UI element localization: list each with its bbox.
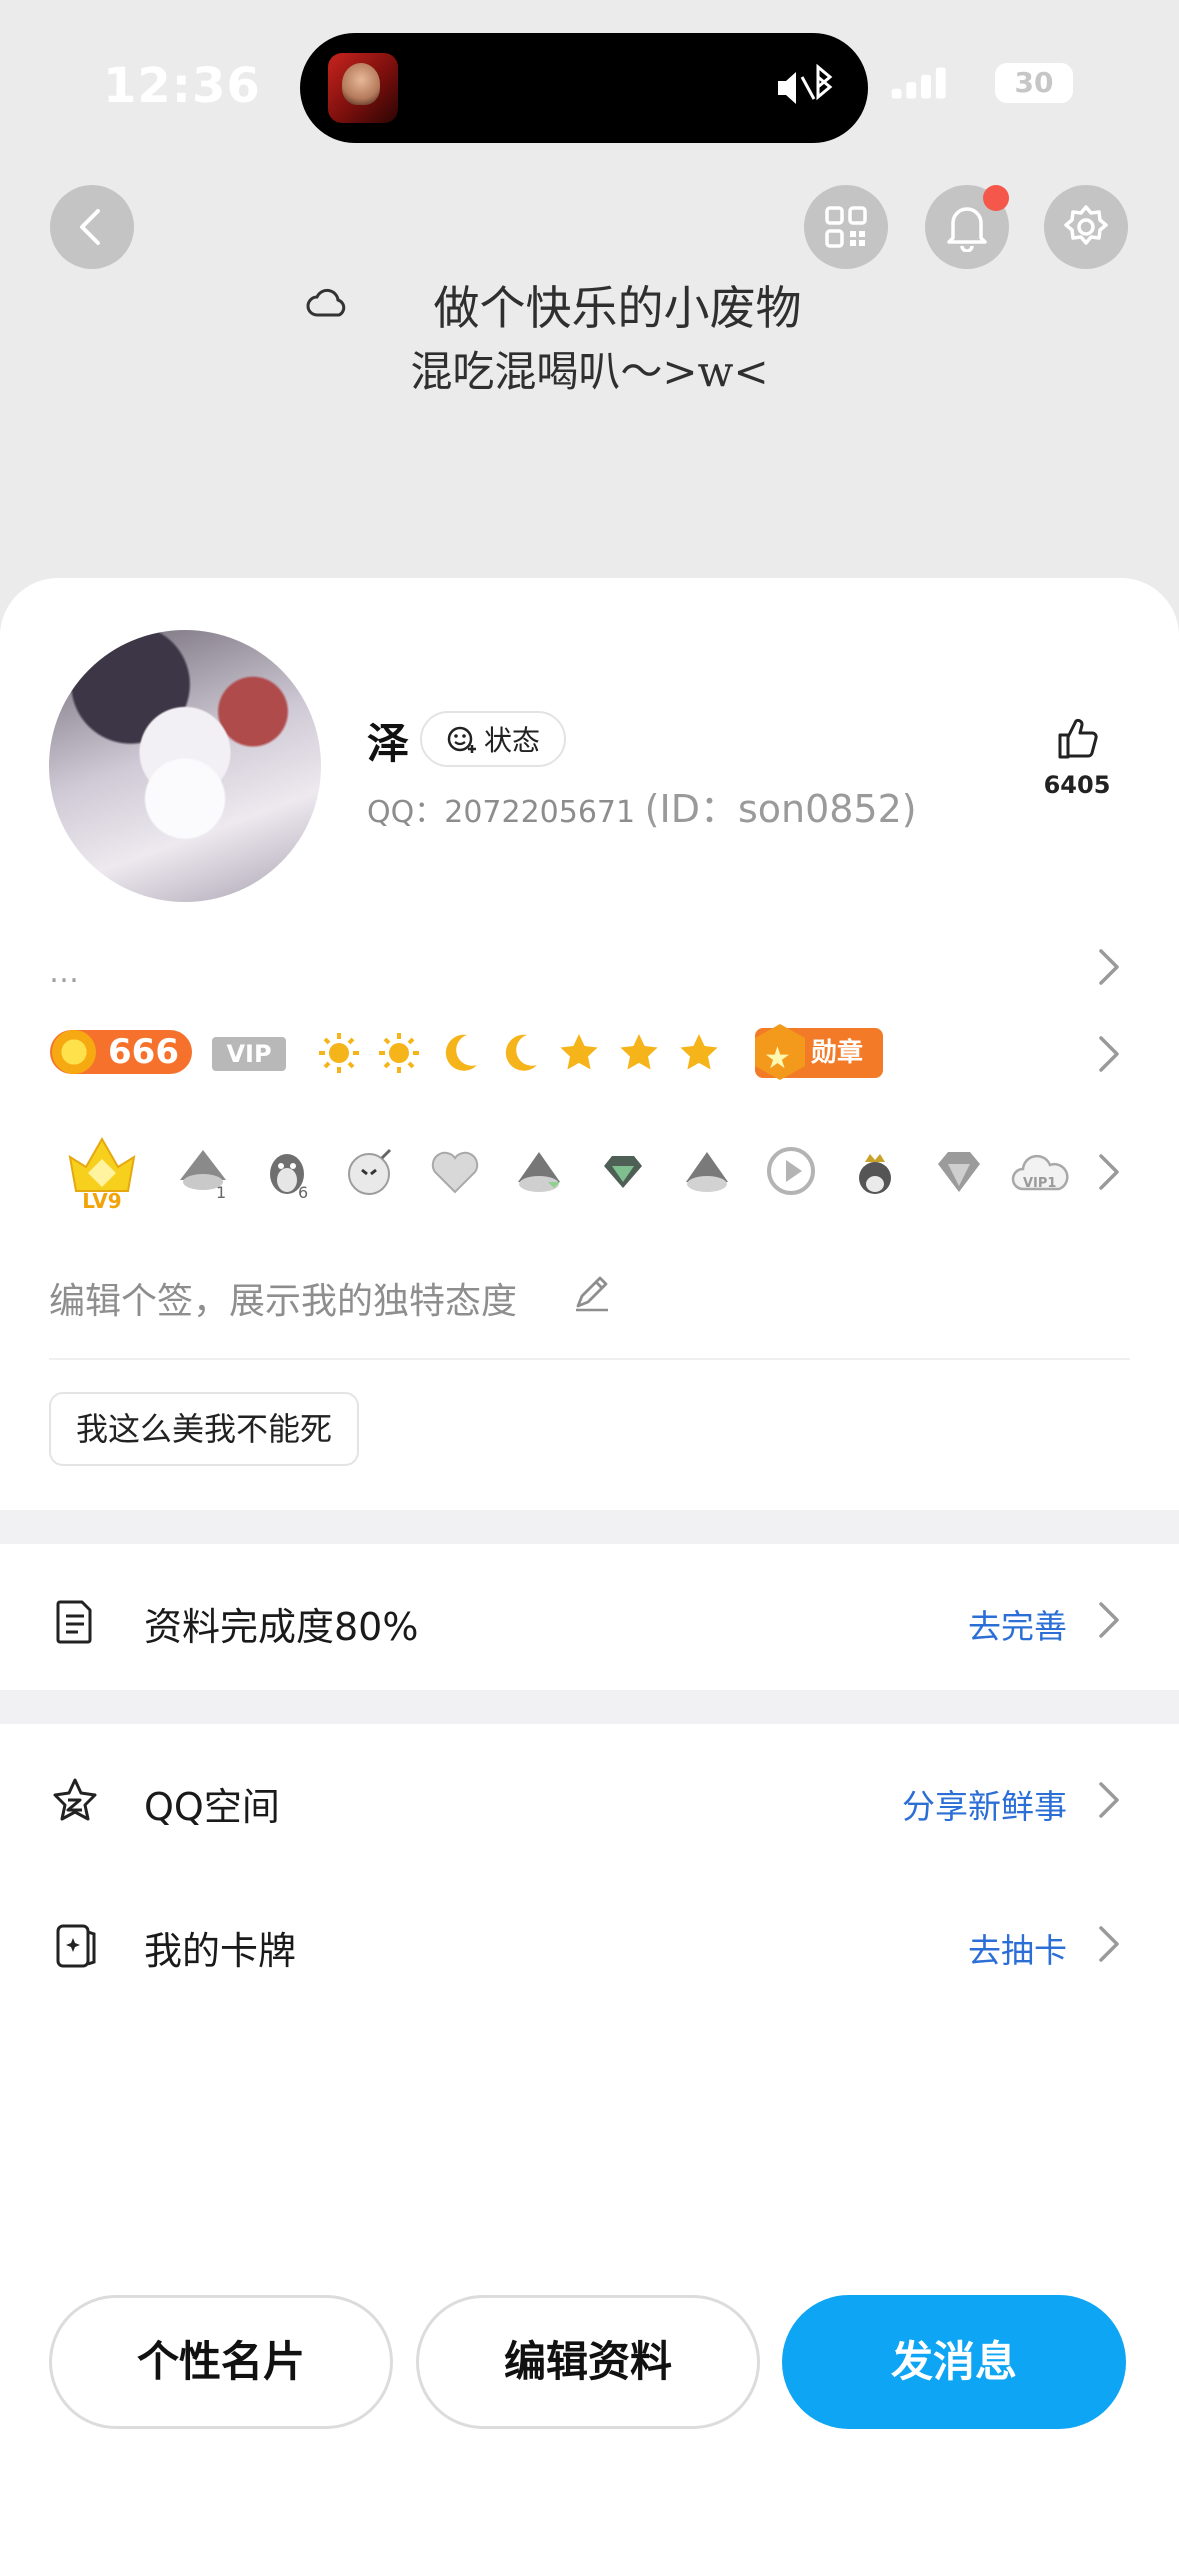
- section-separator: [0, 1690, 1179, 1724]
- grey-badge[interactable]: 6: [256, 1140, 318, 1202]
- now-playing-artwork[interactable]: [328, 53, 398, 123]
- star-level-icon: [556, 1030, 602, 1076]
- back-button[interactable]: [50, 185, 134, 269]
- qr-code-icon: [825, 206, 867, 248]
- penguin-crown-badge-icon: [859, 1154, 891, 1194]
- thumbs-up-icon: [1058, 718, 1098, 759]
- personal-card-button[interactable]: 个性名片: [49, 2295, 393, 2429]
- bio-line-1: 做个快乐的小废物: [433, 281, 802, 335]
- chevron-right-icon[interactable]: [1095, 945, 1123, 989]
- chevron-right-icon: [1099, 1602, 1119, 1638]
- grey-badge[interactable]: [424, 1140, 486, 1202]
- profile-completion-title: 资料完成度80%: [144, 1605, 419, 1649]
- mute-bluetooth-icon: [778, 63, 833, 104]
- edit-profile-button[interactable]: 编辑资料: [416, 2295, 760, 2429]
- status-button[interactable]: 状态: [420, 711, 566, 767]
- grey-badge[interactable]: [676, 1140, 738, 1202]
- medal-star-icon: ★: [764, 1041, 791, 1076]
- my-cards-title: 我的卡牌: [144, 1929, 297, 1973]
- vip-cloud-label: VIP1: [1023, 1176, 1056, 1191]
- grey-badge[interactable]: [760, 1140, 822, 1202]
- heart-badge-icon: [431, 1151, 479, 1194]
- section-separator: [0, 1510, 1179, 1544]
- penguin-hat-badge-icon: [686, 1152, 728, 1192]
- play-badge-icon: [767, 1147, 815, 1195]
- status-label: 状态: [483, 724, 540, 757]
- vip-badge[interactable]: VIP: [212, 1037, 286, 1071]
- signal-icon: [891, 67, 946, 99]
- settings-button[interactable]: [1044, 185, 1128, 269]
- qq-id-text: (ID：son0852): [644, 787, 917, 831]
- chevron-right-icon[interactable]: [1095, 1150, 1123, 1194]
- penguin-hat-badge-icon: [518, 1152, 560, 1192]
- cloud-vip-icon: VIP1: [1011, 1154, 1069, 1191]
- signature-placeholder[interactable]: 编辑个签，展示我的独特态度: [49, 1272, 517, 1324]
- grey-badge[interactable]: [508, 1140, 570, 1202]
- star-level-icon: [676, 1030, 722, 1076]
- bell-icon: [947, 207, 987, 252]
- chevron-right-icon[interactable]: [1095, 1032, 1123, 1076]
- like-count: 6405: [1043, 771, 1111, 799]
- qzone-star-icon: [53, 1778, 97, 1821]
- qzone-action[interactable]: 分享新鲜事: [902, 1780, 1067, 1828]
- bio-line-2: 混吃混喝叭～>w<: [410, 347, 769, 396]
- pencil-icon[interactable]: [572, 1272, 612, 1312]
- dynamic-island[interactable]: [300, 33, 868, 143]
- avatar[interactable]: [49, 630, 321, 902]
- moon-level-icon: [436, 1030, 482, 1076]
- badge-mini-number: 6: [298, 1183, 308, 1200]
- my-cards-action[interactable]: 去抽卡: [968, 1924, 1067, 1972]
- qzone-title: QQ空间: [144, 1785, 280, 1829]
- moon-level-icon: [496, 1030, 542, 1076]
- sun-level-icon: [316, 1030, 362, 1076]
- grey-badge[interactable]: [592, 1140, 654, 1202]
- sun-level-icon: [376, 1030, 422, 1076]
- document-icon: [56, 1600, 92, 1644]
- badge-mini-number: 1: [216, 1183, 226, 1200]
- chevron-right-icon: [1099, 1926, 1119, 1962]
- battery-indicator: 30: [995, 63, 1073, 103]
- personal-tag[interactable]: 我这么美我不能死: [49, 1392, 359, 1466]
- medal-badge[interactable]: ★ 勋章: [755, 1028, 883, 1078]
- grey-badge[interactable]: [340, 1140, 402, 1202]
- notification-dot: [983, 185, 1009, 211]
- level-crown-badge[interactable]: LV9: [62, 1128, 142, 1218]
- more-info-text: …: [49, 955, 81, 990]
- status-smiley-icon: [447, 726, 476, 753]
- bomb-face-badge-icon: [348, 1148, 392, 1195]
- qq-number: QQ：2072205671 (ID：son0852): [367, 778, 917, 833]
- medal-label: 勋章: [811, 1038, 864, 1068]
- gem-badge-icon: [604, 1156, 642, 1188]
- status-time: 12:36: [103, 58, 261, 114]
- diamond-badge-icon: [938, 1152, 980, 1192]
- chevron-left-icon: [80, 209, 100, 245]
- nickname: 泽: [367, 719, 410, 768]
- profile-completion-row[interactable]: 资料完成度80% 去完善: [0, 1558, 1179, 1678]
- divider: [49, 1358, 1130, 1360]
- qq-number-text: QQ：2072205671: [367, 795, 636, 830]
- crown-icon: [68, 1136, 136, 1192]
- gear-icon: [1064, 205, 1108, 245]
- profile-page: 12:36 30 做个快乐的小废物 混吃混喝叭～>w< 泽 状态 QQ：2072…: [0, 0, 1179, 2556]
- grey-badge[interactable]: 1: [172, 1140, 234, 1202]
- penguin-hat-badge-icon: 1: [180, 1150, 226, 1200]
- profile-completion-action[interactable]: 去完善: [968, 1600, 1067, 1648]
- chevron-right-icon: [1099, 1782, 1119, 1818]
- star-level-icon: [616, 1030, 662, 1076]
- level-badge-label: LV9: [82, 1189, 122, 1213]
- coin-badge[interactable]: 666: [50, 1030, 192, 1074]
- grey-badge[interactable]: [928, 1140, 990, 1202]
- qzone-row[interactable]: QQ空间 分享新鲜事: [0, 1738, 1179, 1858]
- card-icon: [56, 1924, 96, 1968]
- like-button[interactable]: 6405: [1035, 715, 1119, 815]
- grey-badge[interactable]: [844, 1140, 906, 1202]
- my-cards-row[interactable]: 我的卡牌 去抽卡: [0, 1882, 1179, 2002]
- qr-code-button[interactable]: [804, 185, 888, 269]
- send-message-button[interactable]: 发消息: [782, 2295, 1126, 2429]
- vip-cloud-badge[interactable]: VIP1: [1010, 1140, 1072, 1202]
- penguin-badge-icon: 6: [270, 1154, 308, 1200]
